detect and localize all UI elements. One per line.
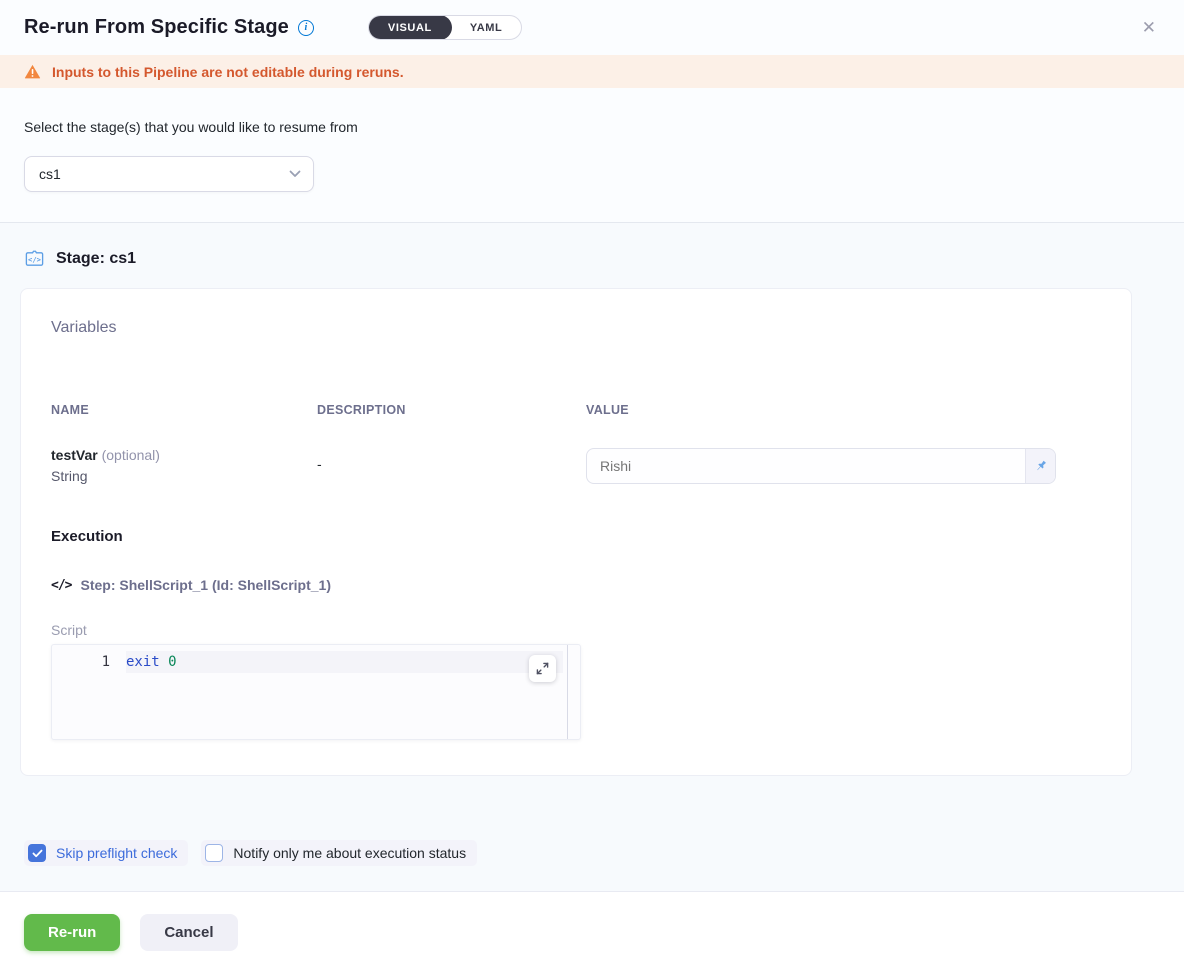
- variable-type: String: [51, 468, 317, 484]
- step-row: </> Step: ShellScript_1 (Id: ShellScript…: [51, 577, 1101, 593]
- custom-stage-icon: </>: [24, 248, 45, 269]
- warning-text: Inputs to this Pipeline are not editable…: [52, 64, 404, 80]
- expand-icon: [536, 662, 549, 675]
- pin-icon: [1034, 459, 1048, 473]
- skip-preflight-label: Skip preflight check: [56, 845, 177, 861]
- stage-inputs-card: Variables NAME DESCRIPTION VALUE testVar…: [20, 288, 1132, 776]
- variable-optional-tag: (optional): [102, 447, 160, 463]
- code-token-number: 0: [168, 654, 176, 670]
- tab-yaml[interactable]: YAML: [451, 15, 522, 40]
- rerun-button[interactable]: Re-run: [24, 914, 120, 951]
- run-options-row: Skip preflight check Notify only me abou…: [0, 776, 1184, 866]
- svg-text:</>: </>: [28, 255, 41, 264]
- code-line-content: exit 0: [126, 651, 563, 673]
- col-header-name: NAME: [51, 403, 317, 417]
- code-line: 1 exit 0: [52, 651, 580, 673]
- script-label: Script: [51, 622, 1101, 638]
- notify-only-me-label: Notify only me about execution status: [233, 845, 466, 861]
- stage-dropdown[interactable]: cs1: [24, 156, 314, 192]
- checkbox-unchecked-icon[interactable]: [205, 844, 223, 862]
- page-title: Re-run From Specific Stage: [24, 16, 289, 39]
- checkbox-checked-icon[interactable]: [28, 844, 46, 862]
- variable-value-field: [586, 448, 1056, 484]
- variables-heading: Variables: [51, 319, 1101, 337]
- col-header-value: VALUE: [586, 403, 1056, 417]
- step-label: Step: ShellScript_1 (Id: ShellScript_1): [80, 577, 331, 593]
- warning-triangle-icon: [24, 64, 41, 79]
- code-brackets-icon: </>: [51, 578, 71, 593]
- cancel-button[interactable]: Cancel: [140, 914, 237, 951]
- stage-select-label: Select the stage(s) that you would like …: [24, 119, 1160, 135]
- visual-yaml-toggle: VISUAL YAML: [368, 15, 523, 40]
- dialog-footer: Re-run Cancel: [0, 891, 1184, 973]
- info-icon[interactable]: i: [298, 20, 314, 36]
- variables-table-header: NAME DESCRIPTION VALUE: [51, 403, 1101, 417]
- variable-description: -: [317, 447, 586, 472]
- stage-select-section: Select the stage(s) that you would like …: [0, 88, 1184, 222]
- execution-heading: Execution: [51, 528, 1101, 545]
- editor-scrollbar[interactable]: [567, 645, 568, 739]
- pin-button[interactable]: [1025, 449, 1055, 483]
- stage-title: Stage: cs1: [56, 250, 136, 268]
- stage-detail-section: </> Stage: cs1 Variables NAME DESCRIPTIO…: [0, 222, 1184, 891]
- warning-banner: Inputs to this Pipeline are not editable…: [0, 55, 1184, 88]
- dialog-header: Re-run From Specific Stage i VISUAL YAML…: [0, 0, 1184, 55]
- skip-preflight-checkbox[interactable]: Skip preflight check: [24, 840, 188, 866]
- variable-name-cell: testVar (optional) String: [51, 447, 317, 484]
- variable-value-input[interactable]: [587, 449, 1025, 483]
- notify-only-me-checkbox[interactable]: Notify only me about execution status: [201, 840, 477, 866]
- chevron-down-icon[interactable]: [289, 170, 301, 178]
- col-header-description: DESCRIPTION: [317, 403, 586, 417]
- tab-visual[interactable]: VISUAL: [368, 15, 452, 40]
- variable-row: testVar (optional) String -: [51, 447, 1101, 484]
- script-code-editor[interactable]: 1 exit 0: [51, 644, 581, 740]
- stage-dropdown-value: cs1: [39, 166, 61, 182]
- close-icon[interactable]: ✕: [1142, 19, 1156, 36]
- code-token-keyword: exit: [126, 654, 160, 670]
- line-number: 1: [52, 654, 110, 670]
- variable-name: testVar: [51, 447, 98, 463]
- stage-header: </> Stage: cs1: [0, 223, 1184, 288]
- expand-editor-button[interactable]: [529, 655, 556, 682]
